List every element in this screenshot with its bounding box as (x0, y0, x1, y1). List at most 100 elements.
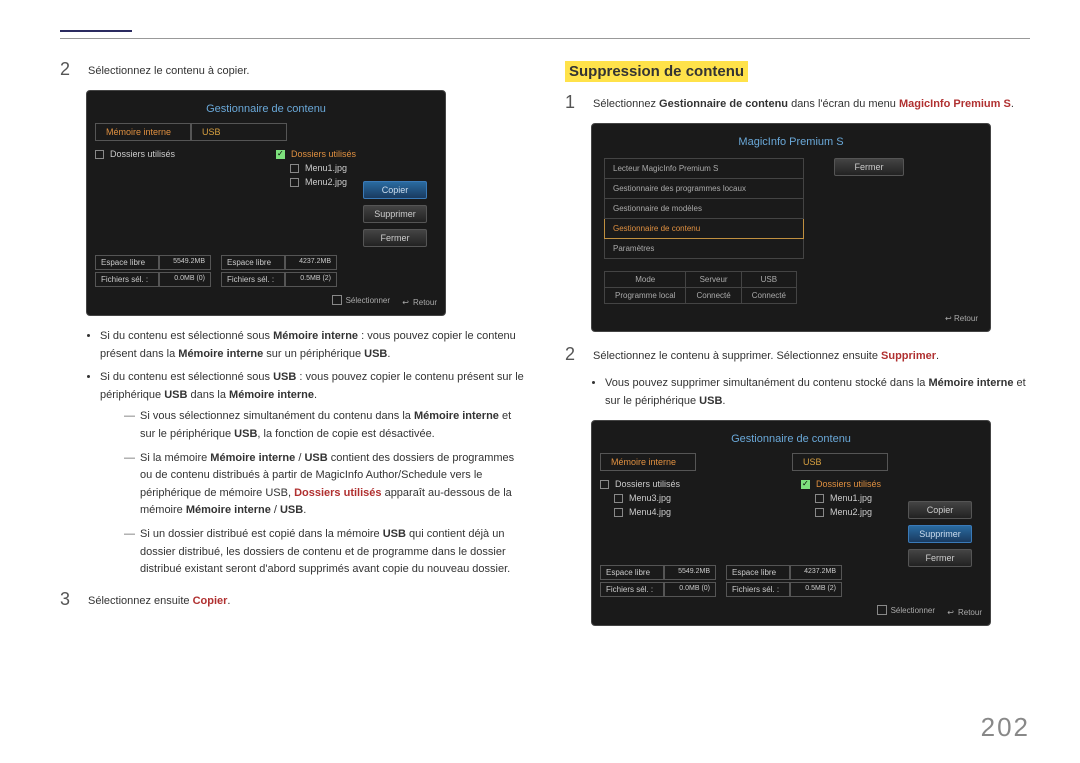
stat-selected-value: 0.0MB (0) (664, 582, 716, 597)
step-text: Sélectionnez ensuite Copier. (88, 589, 230, 610)
checkbox-icon[interactable] (600, 480, 609, 489)
t: USB (164, 389, 187, 401)
copy-button[interactable]: Copier (908, 501, 972, 519)
menu-item-local-schedule[interactable]: Gestionnaire des programmes locaux (604, 179, 804, 199)
bullet-list: Si du contenu est sélectionné sous Mémoi… (88, 328, 525, 579)
sub-item: Si vous sélectionnez simultanément du co… (124, 408, 525, 443)
t: Mémoire interne (414, 410, 499, 422)
checkbox-checked-icon[interactable] (801, 480, 810, 489)
folder-row[interactable]: Dossiers utilisés (276, 147, 437, 161)
t: USB (273, 371, 296, 383)
tab-internal-memory[interactable]: Mémoire interne (600, 453, 696, 471)
tab-internal-memory[interactable]: Mémoire interne (95, 123, 191, 141)
tab-usb[interactable]: USB (792, 453, 888, 471)
step-number: 2 (565, 344, 581, 365)
stat-free-label: Espace libre (221, 255, 285, 270)
t: Mémoire interne (186, 504, 271, 516)
step-text: Sélectionnez Gestionnaire de contenu dan… (593, 92, 1014, 113)
th-usb: USB (741, 272, 796, 288)
stat-free-value: 4237.2MB (285, 255, 337, 270)
magicinfo-menu-panel: MagicInfo Premium S Lecteur MagicInfo Pr… (591, 123, 991, 332)
t: Copier (193, 595, 228, 607)
t: . (227, 595, 230, 607)
step-2: 2 Sélectionnez le contenu à copier. (60, 59, 525, 80)
right-column: Suppression de contenu 1 Sélectionnez Ge… (565, 59, 1030, 638)
stat-selected-label: Fichiers sél. : (600, 582, 664, 597)
checkbox-icon[interactable] (614, 494, 623, 503)
file-row[interactable]: Menu1.jpg (290, 161, 437, 175)
bullet-item: Si du contenu est sélectionné sous USB :… (100, 369, 525, 579)
sub-item: Si la mémoire Mémoire interne / USB cont… (124, 450, 525, 520)
folder-label: Dossiers utilisés (615, 479, 680, 489)
t: . (722, 395, 725, 407)
tab-usb[interactable]: USB (191, 123, 287, 141)
footer-return: ↩ Retour (402, 298, 437, 307)
close-button[interactable]: Fermer (363, 229, 427, 247)
footer-return-label: Retour (413, 298, 437, 307)
t: Si un dossier distribué est copié dans l… (140, 528, 383, 540)
footer-select: Sélectionner (332, 295, 390, 305)
checkbox-icon[interactable] (614, 508, 623, 517)
panel-title: Gestionnaire de contenu (600, 433, 982, 445)
close-button[interactable]: Fermer (834, 158, 904, 176)
left-column: 2 Sélectionnez le contenu à copier. Gest… (60, 59, 525, 638)
td-program: Programme local (605, 288, 686, 304)
folder-label: Dossiers utilisés (816, 479, 881, 489)
folder-row[interactable]: Dossiers utilisés (801, 477, 982, 491)
checkbox-icon[interactable] (95, 150, 104, 159)
t: Mémoire interne (928, 377, 1013, 389)
step-text: Sélectionnez le contenu à copier. (88, 59, 249, 80)
panel-title: MagicInfo Premium S (604, 136, 978, 148)
t: dans l'écran du menu (788, 98, 899, 110)
menu-item-content-manager[interactable]: Gestionnaire de contenu (604, 219, 804, 239)
t: USB (234, 428, 257, 440)
t: Si du contenu est sélectionné sous (100, 371, 273, 383)
t: Dossiers utilisés (294, 487, 381, 499)
delete-button[interactable]: Supprimer (363, 205, 427, 223)
t: . (314, 389, 317, 401)
page-number: 202 (981, 712, 1030, 743)
footer-select-label: Sélectionner (346, 296, 390, 305)
sub-item: Si un dossier distribué est copié dans l… (124, 526, 525, 579)
folder-row[interactable]: Dossiers utilisés (600, 477, 781, 491)
close-button[interactable]: Fermer (908, 549, 972, 567)
step-number: 2 (60, 59, 76, 80)
t: Gestionnaire de contenu (659, 98, 788, 110)
menu-item-settings[interactable]: Paramètres (604, 239, 804, 259)
checkbox-icon[interactable] (290, 164, 299, 173)
menu-item-player[interactable]: Lecteur MagicInfo Premium S (604, 158, 804, 179)
copy-button[interactable]: Copier (363, 181, 427, 199)
step-number: 1 (565, 92, 581, 113)
t: Si la mémoire (140, 452, 210, 464)
t: Supprimer (881, 350, 936, 362)
select-icon (332, 295, 342, 305)
t: Mémoire interne (229, 389, 314, 401)
checkbox-checked-icon[interactable] (276, 150, 285, 159)
folder-row[interactable]: Dossiers utilisés (95, 147, 256, 161)
delete-button[interactable]: Supprimer (908, 525, 972, 543)
checkbox-icon[interactable] (290, 178, 299, 187)
t: USB (280, 504, 303, 516)
stat-free-label: Espace libre (600, 565, 664, 580)
status-table: ModeServeurUSB Programme localConnectéCo… (604, 271, 797, 304)
t: , la fonction de copie est désactivée. (257, 428, 434, 440)
checkbox-icon[interactable] (815, 508, 824, 517)
t: USB (304, 452, 327, 464)
step-number: 3 (60, 589, 76, 610)
file-row[interactable]: Menu3.jpg (614, 491, 781, 505)
stat-free-value: 4237.2MB (790, 565, 842, 580)
return-icon: ↩ (947, 608, 954, 617)
t: Mémoire interne (178, 348, 263, 360)
return-icon: ↩ (402, 298, 409, 307)
folder-label: Dossiers utilisés (110, 149, 175, 159)
bullet-list: Vous pouvez supprimer simultanément du c… (593, 375, 1030, 410)
stat-free-value: 5549.2MB (159, 255, 211, 270)
file-row[interactable]: Menu4.jpg (614, 505, 781, 519)
t: Sélectionnez ensuite (88, 595, 193, 607)
td-server-status: Connecté (686, 288, 741, 304)
footer-select: Sélectionner (877, 605, 935, 615)
file-label: Menu3.jpg (629, 493, 671, 503)
checkbox-icon[interactable] (815, 494, 824, 503)
menu-item-template[interactable]: Gestionnaire de modèles (604, 199, 804, 219)
bullet-item: Si du contenu est sélectionné sous Mémoi… (100, 328, 525, 363)
